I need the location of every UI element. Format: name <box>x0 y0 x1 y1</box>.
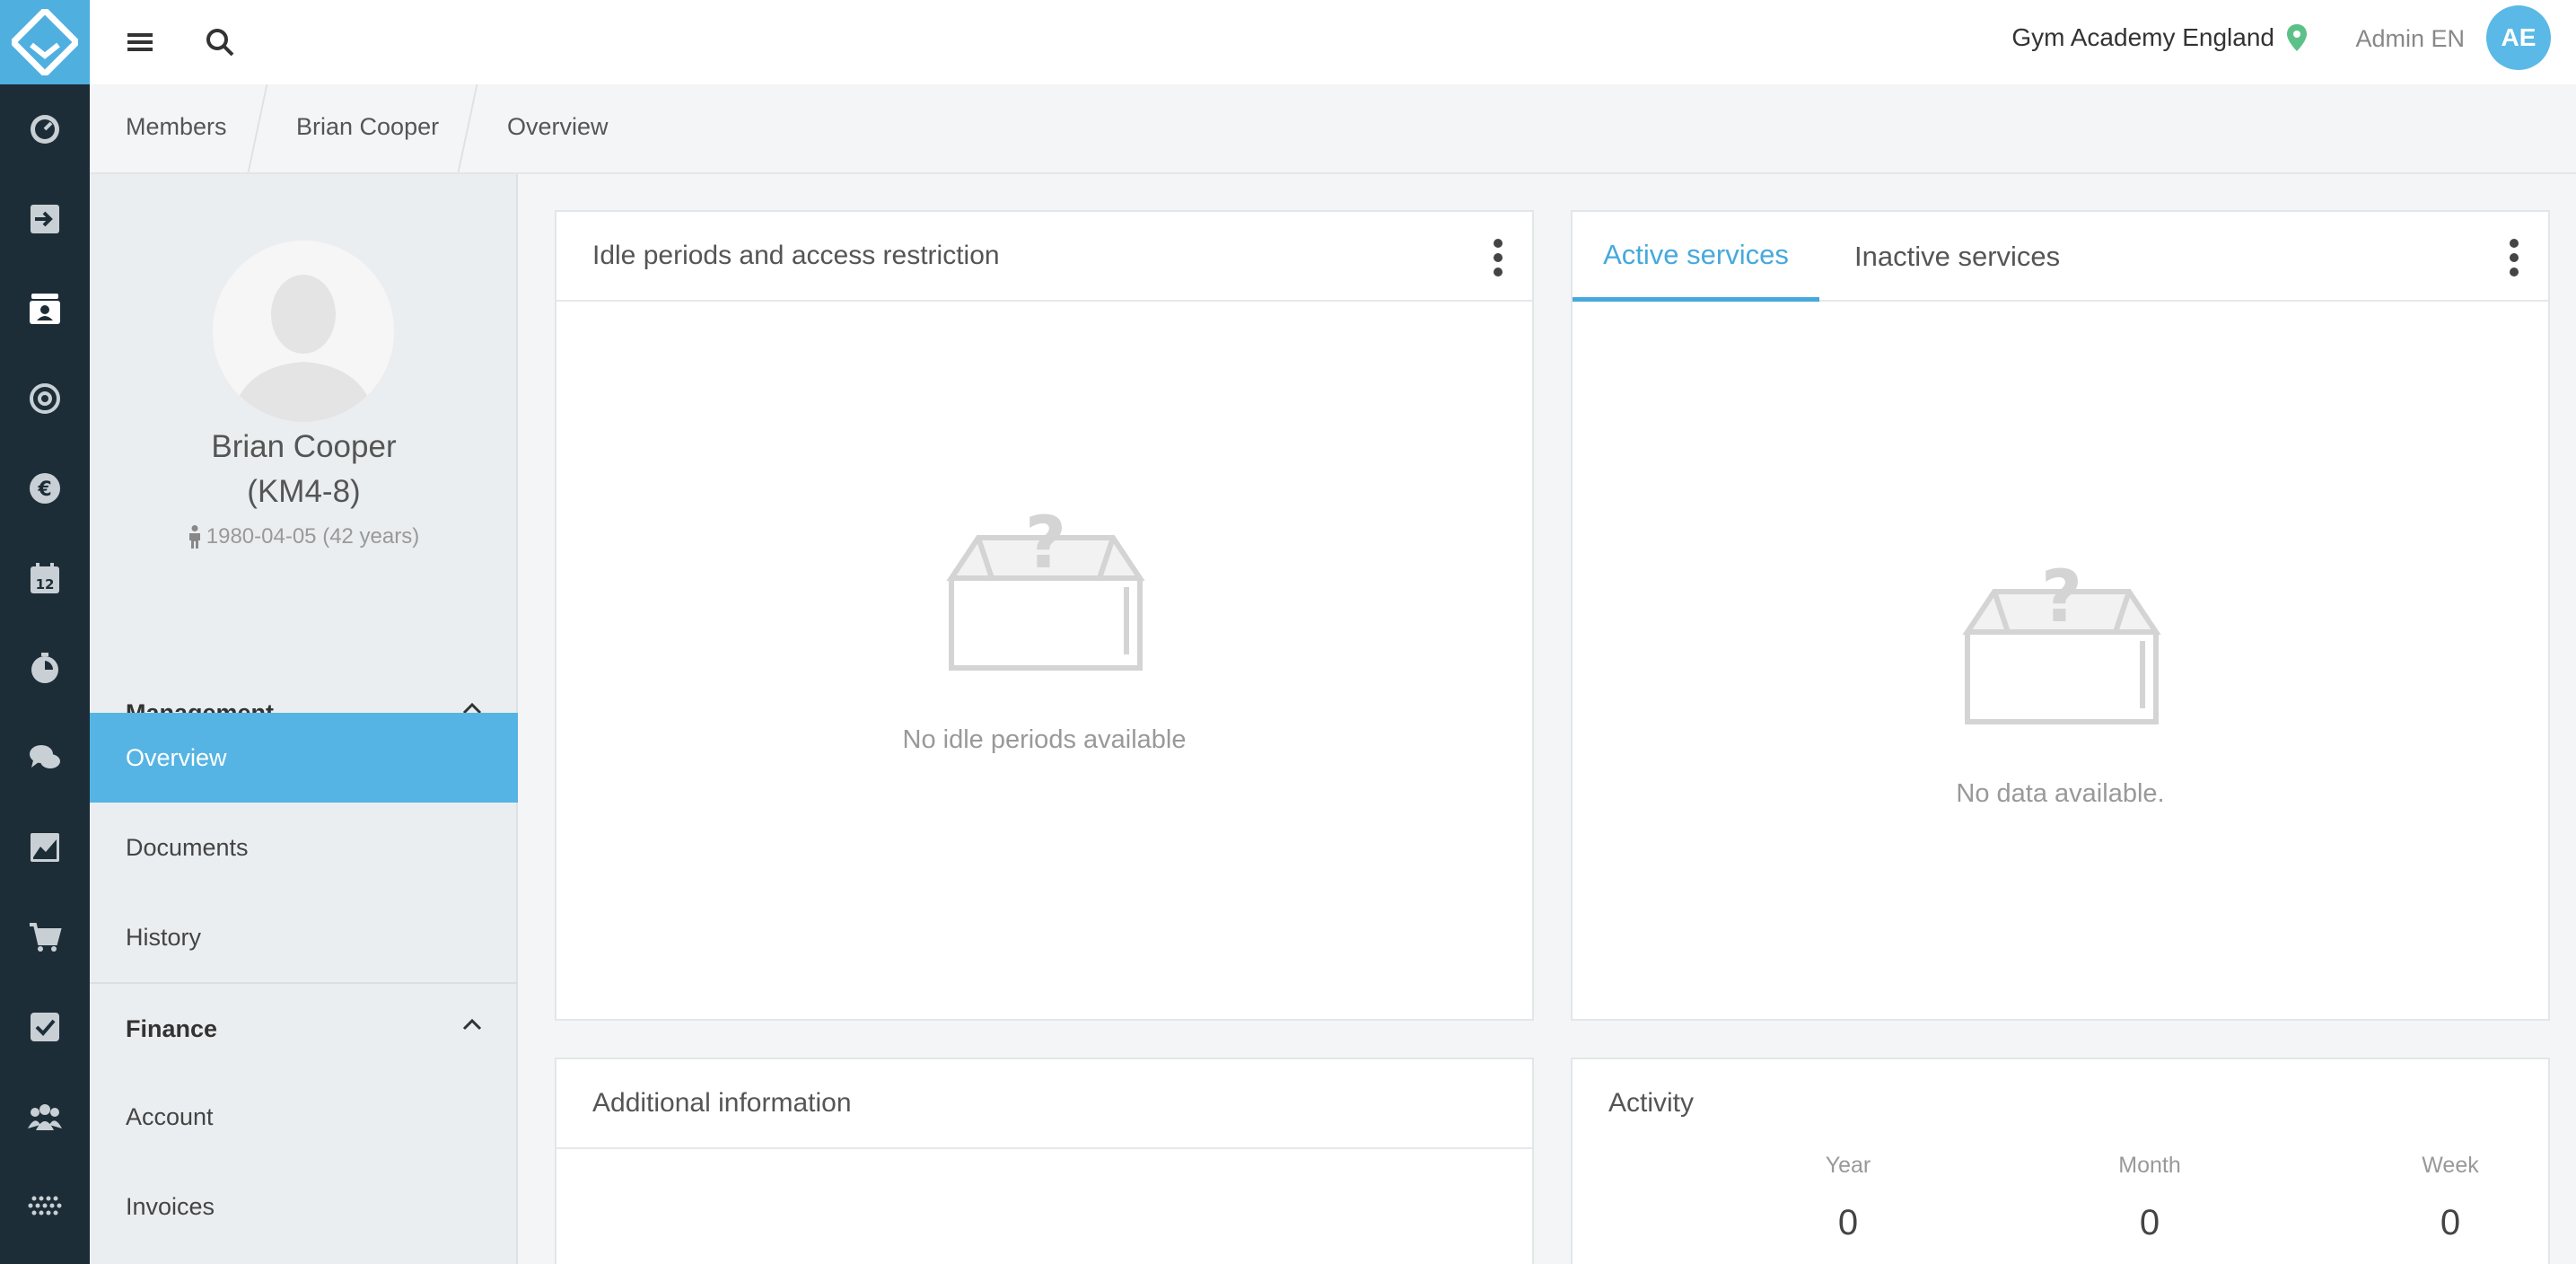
check-in-icon[interactable] <box>0 174 90 264</box>
nav-account[interactable]: Account <box>90 1072 518 1162</box>
member-dob: 1980-04-05 (42 years) <box>90 524 518 549</box>
search-icon[interactable] <box>197 20 242 65</box>
svg-text:?: ? <box>1025 501 1066 584</box>
dashboard-icon[interactable] <box>0 84 90 174</box>
activity-title: Activity <box>1608 1088 1695 1118</box>
empty-box-icon: ? <box>946 501 1145 671</box>
tab-active-services[interactable]: Active services <box>1573 212 1819 302</box>
more-vertical-icon[interactable] <box>1493 239 1503 276</box>
stat-year-value: 0 <box>1837 1203 1859 1242</box>
empty-box-icon: ? <box>1962 555 2161 724</box>
location-pin-icon <box>2287 24 2307 51</box>
nav-invoices[interactable]: Invoices <box>90 1162 518 1251</box>
chart-icon[interactable] <box>0 803 90 892</box>
section-finance[interactable]: Finance <box>90 984 518 1074</box>
card-title: Additional information <box>592 1088 852 1118</box>
breadcrumb-separator <box>457 84 478 172</box>
stat-week-value: 0 <box>2440 1203 2461 1242</box>
euro-icon[interactable]: € <box>0 443 90 533</box>
stat-month-label: Month <box>2118 1153 2181 1178</box>
idle-empty-message: No idle periods available <box>902 725 1187 754</box>
location-name: Gym Academy England <box>2011 23 2274 51</box>
services-card: Active services Inactive services ? No d… <box>1571 210 2550 1021</box>
member-name: Brian Cooper <box>211 429 397 464</box>
user-name[interactable]: Admin EN <box>2355 25 2465 53</box>
avatar[interactable]: AE <box>2486 5 2551 70</box>
svg-text:12: 12 <box>36 576 55 592</box>
dob-text: 1980-04-05 (42 years) <box>206 524 420 549</box>
section-finance-title: Finance <box>126 1014 218 1042</box>
member-side-panel: Brian Cooper (KM4-8) 1980-04-05 (42 year… <box>90 174 518 1264</box>
top-bar: Gym Academy England Admin EN AE <box>90 0 2576 84</box>
breadcrumb-member-name[interactable]: Brian Cooper <box>296 113 439 141</box>
services-tab-bar: Active services Inactive services <box>1573 212 2548 302</box>
chat-icon[interactable] <box>0 713 90 803</box>
stat-week-label: Week <box>2422 1153 2479 1178</box>
members-icon[interactable] <box>0 264 90 354</box>
person-placeholder-icon <box>231 275 376 422</box>
additional-info-header: Additional information <box>556 1059 1532 1149</box>
breadcrumb: Members Brian Cooper Overview <box>90 84 2576 174</box>
menu-icon[interactable] <box>118 20 162 65</box>
more-vertical-icon[interactable] <box>2509 239 2519 276</box>
services-empty-message: No data available. <box>1956 779 2165 808</box>
nav-overview[interactable]: Overview <box>90 713 518 803</box>
app-rail: € 12 <box>0 0 90 1264</box>
timer-icon[interactable] <box>0 623 90 713</box>
tab-inactive-services[interactable]: Inactive services <box>1854 212 2060 302</box>
app-logo[interactable] <box>0 0 90 84</box>
breadcrumb-current: Overview <box>507 113 609 140</box>
additional-info-card: Additional information <box>555 1058 1534 1264</box>
breadcrumb-members[interactable]: Members <box>126 113 227 141</box>
calendar-icon[interactable]: 12 <box>0 533 90 623</box>
idle-periods-header: Idle periods and access restriction <box>556 212 1532 302</box>
nav-history[interactable]: History <box>90 892 518 982</box>
member-photo[interactable] <box>213 241 394 422</box>
chevron-up-icon <box>462 1018 482 1031</box>
idle-periods-card: Idle periods and access restriction ? No… <box>555 210 1534 1021</box>
groups-icon[interactable] <box>0 1072 90 1162</box>
tasks-icon[interactable] <box>0 982 90 1072</box>
location-selector[interactable]: Gym Academy England <box>2011 23 2307 52</box>
target-icon[interactable] <box>0 354 90 443</box>
nav-documents[interactable]: Documents <box>90 803 518 892</box>
male-icon <box>188 525 200 549</box>
card-title: Idle periods and access restriction <box>592 241 1000 270</box>
dots-grid-icon[interactable] <box>0 1162 90 1251</box>
member-code: (KM4-8) <box>247 474 361 509</box>
logo-icon <box>12 9 78 75</box>
svg-text:€: € <box>37 478 51 501</box>
breadcrumb-separator <box>247 84 268 172</box>
stat-year-label: Year <box>1825 1153 1871 1178</box>
svg-text:?: ? <box>2041 555 2082 638</box>
cart-icon[interactable] <box>0 892 90 982</box>
activity-card: Activity Year 0 Month 0 Week 0 <box>1571 1058 2550 1264</box>
stat-month-value: 0 <box>2139 1203 2160 1242</box>
